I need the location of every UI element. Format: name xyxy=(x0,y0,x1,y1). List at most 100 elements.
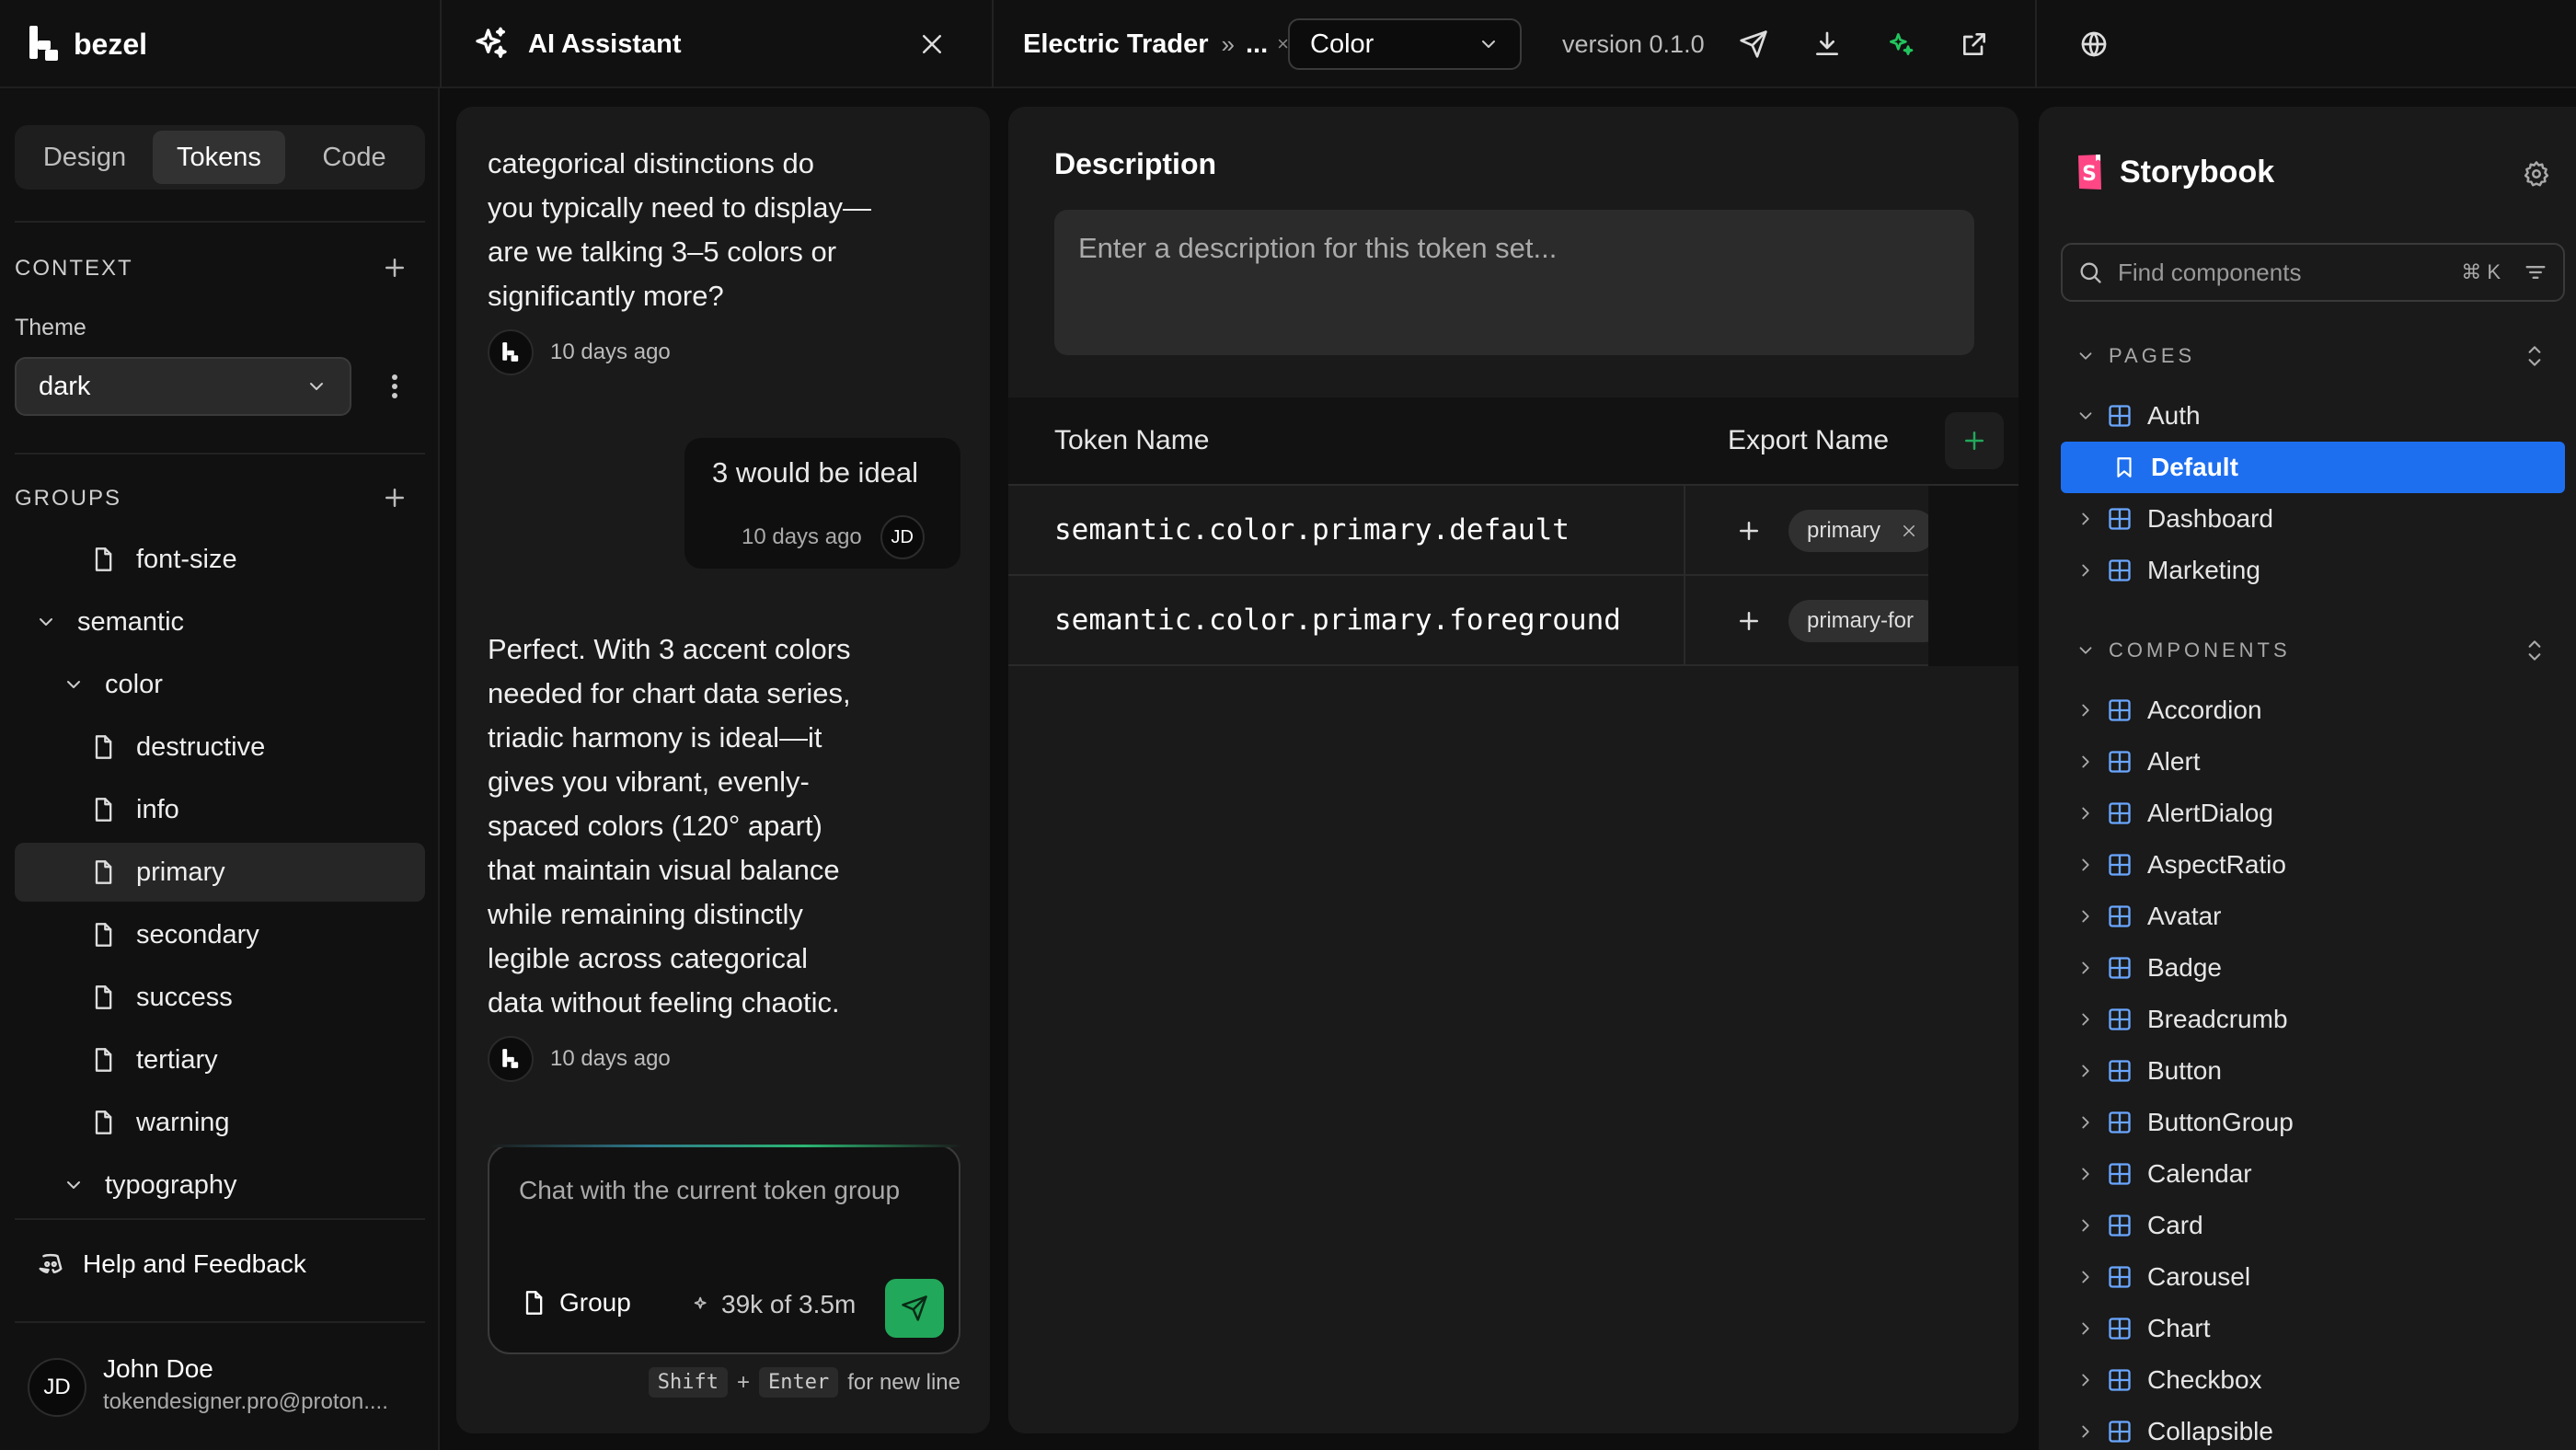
sb-component-item[interactable]: Collapsible xyxy=(2061,1406,2565,1450)
chevron-down-icon xyxy=(2079,412,2092,420)
breadcrumb: Electric Trader » ... × xyxy=(1023,0,1289,88)
add-context-button[interactable] xyxy=(381,254,408,282)
theme-select[interactable]: dark xyxy=(15,357,351,416)
open-external-button[interactable] xyxy=(1960,0,1989,88)
close-icon[interactable] xyxy=(1901,523,1917,539)
row-overflow-mask xyxy=(1928,576,2018,666)
sb-component-item[interactable]: AlertDialog xyxy=(2061,788,2565,839)
group-item-destructive[interactable]: destructive xyxy=(15,718,425,777)
sb-component-item[interactable]: Button xyxy=(2061,1045,2565,1097)
close-icon xyxy=(923,35,941,53)
help-feedback-button[interactable]: Help and Feedback xyxy=(37,1249,306,1279)
component-icon xyxy=(2109,905,2131,927)
add-token-button[interactable] xyxy=(1945,412,2004,469)
theme-more-button[interactable] xyxy=(381,368,408,405)
group-item-warning[interactable]: warning xyxy=(15,1093,425,1152)
message-line: that maintain visual balance xyxy=(488,854,840,886)
sb-component-item[interactable]: Badge xyxy=(2061,942,2565,994)
sb-component-item[interactable]: ButtonGroup xyxy=(2061,1097,2565,1148)
sb-component-item[interactable]: Chart xyxy=(2061,1303,2565,1354)
export-name-tag[interactable]: primary xyxy=(1788,510,1937,552)
table-row[interactable]: semantic.color.primary.default primary xyxy=(1008,486,2018,576)
sb-component-item[interactable]: Breadcrumb xyxy=(2061,994,2565,1045)
token-usage-text: 39k of 3.5m xyxy=(721,1290,857,1318)
file-icon xyxy=(95,1048,112,1072)
group-item-label: primary xyxy=(136,857,225,887)
avatar[interactable]: JD xyxy=(28,1358,86,1417)
pages-title: PAGES xyxy=(2109,344,2196,367)
send-button[interactable] xyxy=(885,1279,944,1338)
components-expand-toggle[interactable] xyxy=(2523,637,2547,664)
component-icon xyxy=(2109,699,2131,721)
description-input[interactable]: Enter a description for this token set..… xyxy=(1054,210,1974,355)
breadcrumb-ellipsis[interactable]: ... xyxy=(1246,29,1268,60)
components-section-header[interactable]: COMPONENTS xyxy=(2076,639,2291,662)
language-button[interactable] xyxy=(2079,0,2109,88)
storybook-settings-button[interactable] xyxy=(2523,160,2550,188)
chat-input[interactable]: Chat with the current token group Group … xyxy=(488,1145,962,1354)
sb-component-item[interactable]: Alert xyxy=(2061,736,2565,788)
group-item-font-size[interactable]: font-size xyxy=(15,530,425,589)
group-context-button[interactable]: Group xyxy=(521,1288,631,1318)
sb-story-default[interactable]: Default xyxy=(2061,442,2565,493)
sb-page-dashboard[interactable]: Dashboard xyxy=(2061,493,2565,545)
sb-component-item[interactable]: Card xyxy=(2061,1200,2565,1251)
group-item-secondary[interactable]: secondary xyxy=(15,905,425,964)
add-export-button[interactable] xyxy=(1735,607,1763,635)
add-export-button[interactable] xyxy=(1735,517,1763,545)
sb-component-item[interactable]: AspectRatio xyxy=(2061,839,2565,891)
group-item-info[interactable]: info xyxy=(15,780,425,839)
download-icon xyxy=(1816,31,1838,55)
token-table-header: Token Name Export Name xyxy=(1008,397,2018,486)
chevron-right-icon xyxy=(2082,1425,2089,1438)
group-item-label: warning xyxy=(136,1107,230,1137)
publish-button[interactable] xyxy=(1739,0,1768,88)
sb-component-item[interactable]: Carousel xyxy=(2061,1251,2565,1303)
pages-section-header[interactable]: PAGES xyxy=(2076,344,2195,368)
group-select[interactable]: Color xyxy=(1288,18,1522,70)
group-item-typography[interactable]: typography xyxy=(15,1156,425,1214)
group-context-label: Group xyxy=(559,1288,631,1317)
group-item-success[interactable]: success xyxy=(15,968,425,1027)
top-bar: bezel AI Assistant Electric Trader » ...… xyxy=(0,0,2576,88)
search-shortcut: ⌘ K xyxy=(2461,260,2501,283)
sb-component-item[interactable]: Avatar xyxy=(2061,891,2565,942)
group-item-label: semantic xyxy=(77,606,185,637)
add-group-button[interactable] xyxy=(381,484,408,512)
sb-item-label: Badge xyxy=(2147,953,2222,982)
pages-expand-toggle[interactable] xyxy=(2523,342,2547,370)
tab-code[interactable]: Code xyxy=(289,131,420,184)
table-row[interactable]: semantic.color.primary.foreground primar… xyxy=(1008,576,2018,666)
message-line: significantly more? xyxy=(488,280,724,312)
group-item-primary[interactable]: primary xyxy=(15,843,425,902)
chevron-right-icon xyxy=(2082,1374,2089,1387)
component-icon xyxy=(2109,1163,2131,1185)
sb-item-label: Breadcrumb xyxy=(2147,1005,2288,1033)
filter-icon[interactable] xyxy=(2523,259,2548,285)
sb-page-auth[interactable]: Auth xyxy=(2061,390,2565,442)
plus-icon xyxy=(1965,432,1984,450)
chat-placeholder: Chat with the current token group xyxy=(519,1176,901,1204)
ai-assistant-title: AI Assistant xyxy=(528,29,682,59)
user-name: John Doe xyxy=(103,1354,213,1383)
group-item-color[interactable]: color xyxy=(15,655,425,714)
ai-toggle-button[interactable] xyxy=(1886,0,1915,88)
sb-page-marketing[interactable]: Marketing xyxy=(2061,545,2565,596)
close-assistant-button[interactable] xyxy=(918,0,946,88)
breadcrumb-project[interactable]: Electric Trader xyxy=(1023,29,1209,60)
component-icon xyxy=(2109,854,2131,876)
group-item-tertiary[interactable]: tertiary xyxy=(15,1030,425,1089)
sb-component-item[interactable]: Checkbox xyxy=(2061,1354,2565,1406)
tab-tokens[interactable]: Tokens xyxy=(153,131,285,184)
sb-component-item[interactable]: Calendar xyxy=(2061,1148,2565,1200)
export-name-tag[interactable]: primary-for xyxy=(1788,600,1945,642)
plus-icon xyxy=(385,489,404,507)
download-button[interactable] xyxy=(1812,0,1842,88)
sb-component-item[interactable]: Accordion xyxy=(2061,685,2565,736)
find-components-input[interactable]: Find components ⌘ K xyxy=(2061,243,2565,302)
tab-design[interactable]: Design xyxy=(20,131,149,184)
sb-item-label: Checkbox xyxy=(2147,1365,2262,1394)
group-item-label: destructive xyxy=(136,731,266,762)
group-item-semantic[interactable]: semantic xyxy=(15,593,425,651)
app-logo[interactable]: bezel xyxy=(28,0,147,88)
